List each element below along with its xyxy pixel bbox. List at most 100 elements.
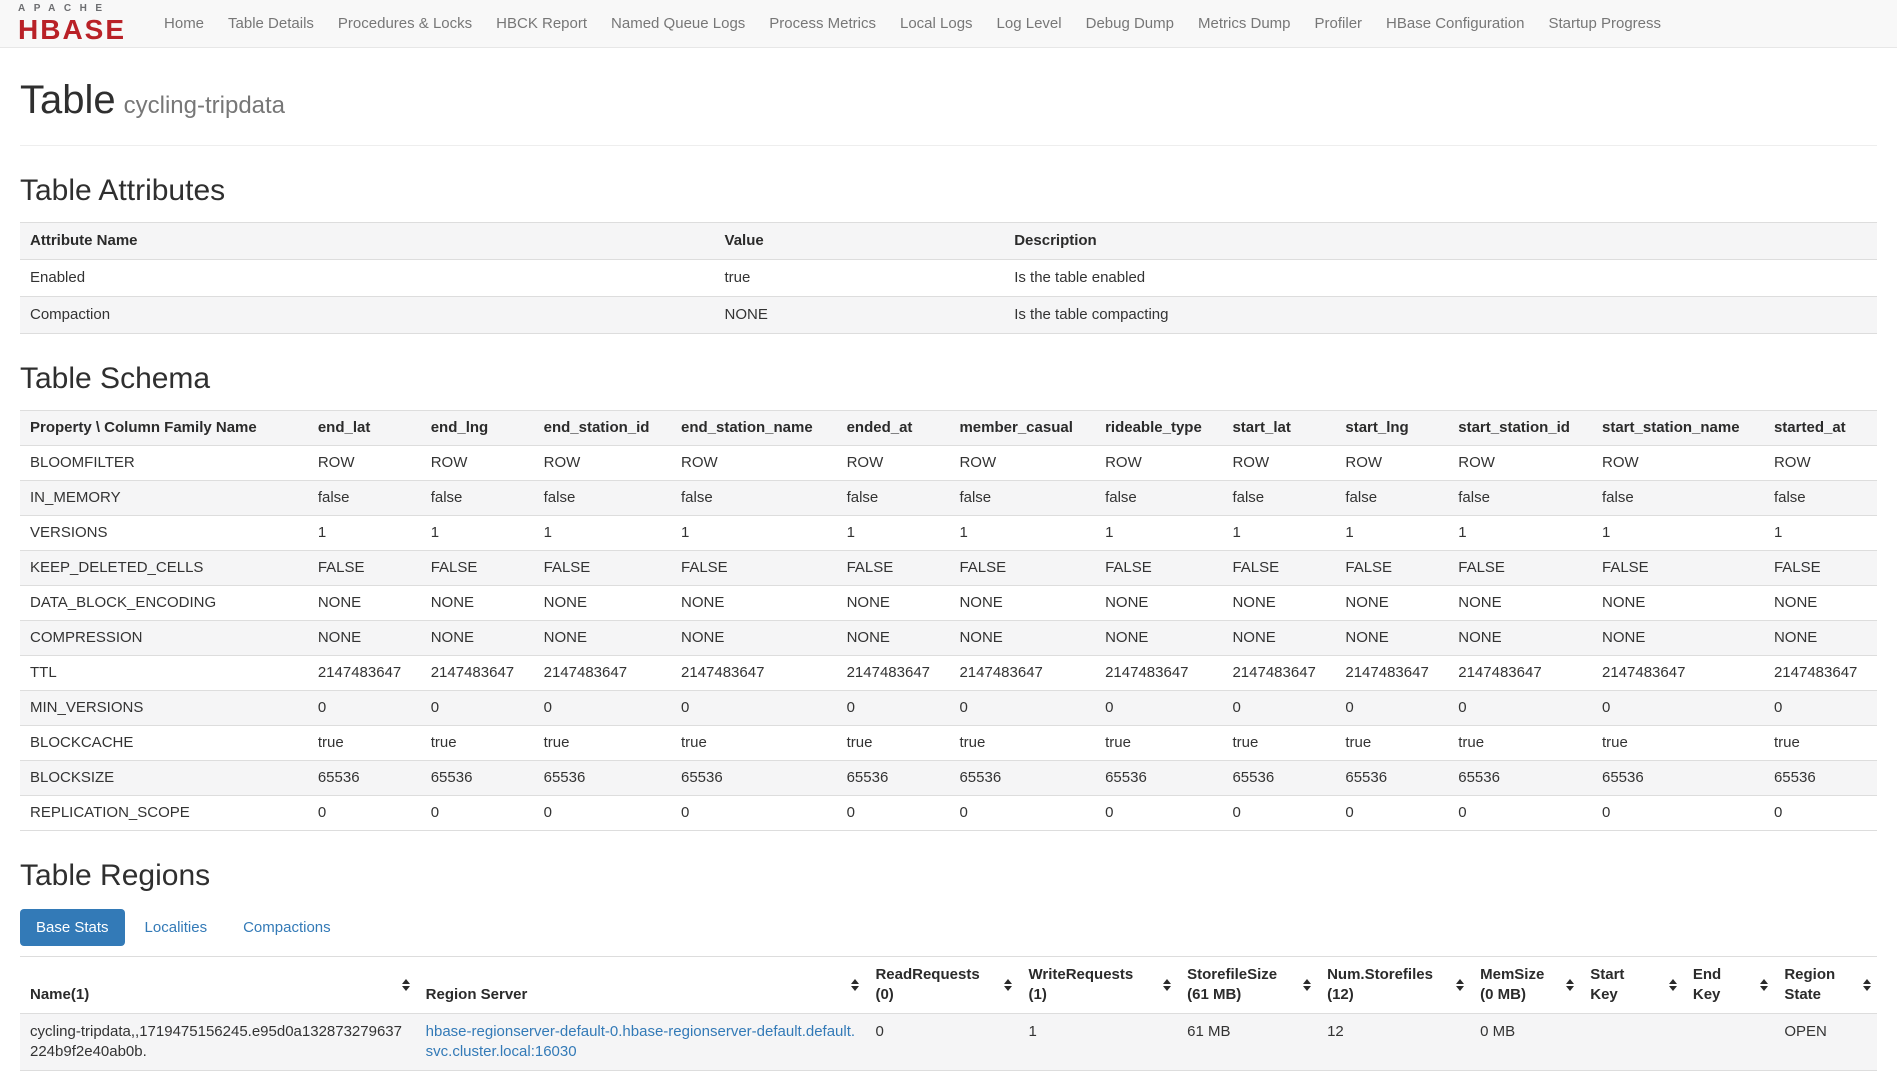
schema-value-cell: FALSE xyxy=(1448,551,1592,586)
regions-col-sublabel: (12) xyxy=(1327,985,1450,1005)
nav-link-log-level[interactable]: Log Level xyxy=(985,0,1074,48)
sort-icon[interactable] xyxy=(402,979,410,991)
nav-link-procedures-locks[interactable]: Procedures & Locks xyxy=(326,0,484,48)
schema-value-cell: FALSE xyxy=(671,551,837,586)
regions-col-region-server[interactable]: Region Server xyxy=(416,957,866,1014)
attribute-value-cell: true xyxy=(715,260,1005,297)
schema-value-cell: true xyxy=(1222,726,1335,761)
sort-up-arrow-icon xyxy=(1863,979,1871,984)
schema-value-cell: ROW xyxy=(671,446,837,481)
schema-value-cell: 65536 xyxy=(534,761,671,796)
schema-col-started-at: started_at xyxy=(1764,411,1877,446)
sort-up-arrow-icon xyxy=(1303,979,1311,984)
schema-value-cell: 1 xyxy=(837,516,950,551)
nav-link-local-logs[interactable]: Local Logs xyxy=(888,0,985,48)
sort-down-arrow-icon xyxy=(851,986,859,991)
regions-col-startkey[interactable]: StartKey xyxy=(1580,957,1683,1014)
schema-value-cell: NONE xyxy=(1222,586,1335,621)
schema-value-cell: 0 xyxy=(949,796,1095,831)
regions-col-label: Num.Storefiles xyxy=(1327,965,1450,985)
schema-value-cell: ROW xyxy=(1592,446,1764,481)
schema-property-cell: REPLICATION_SCOPE xyxy=(20,796,308,831)
schema-col-end-lng: end_lng xyxy=(421,411,534,446)
schema-value-cell: 0 xyxy=(1764,796,1877,831)
schema-value-cell: NONE xyxy=(949,621,1095,656)
regions-col-regionstate[interactable]: RegionState xyxy=(1774,957,1877,1014)
schema-value-cell: NONE xyxy=(837,621,950,656)
schema-row-data-block-encoding: DATA_BLOCK_ENCODINGNONENONENONENONENONEN… xyxy=(20,586,1877,621)
schema-property-cell: BLOOMFILTER xyxy=(20,446,308,481)
schema-property-cell: TTL xyxy=(20,656,308,691)
schema-value-cell: 65536 xyxy=(1448,761,1592,796)
sort-up-arrow-icon xyxy=(1163,979,1171,984)
sort-icon[interactable] xyxy=(1863,979,1871,991)
sort-icon[interactable] xyxy=(1566,979,1574,991)
nav-item: Startup Progress xyxy=(1536,0,1673,48)
sort-icon[interactable] xyxy=(1760,979,1768,991)
schema-value-cell: NONE xyxy=(1095,621,1222,656)
tab-link-compactions[interactable]: Compactions xyxy=(227,909,347,946)
schema-value-cell: 65536 xyxy=(671,761,837,796)
schema-value-cell: false xyxy=(1335,481,1448,516)
sort-icon[interactable] xyxy=(1004,979,1012,991)
regions-col-label: MemSize xyxy=(1480,965,1560,985)
schema-table-head: Property \ Column Family Nameend_latend_… xyxy=(20,411,1877,446)
tab-link-localities[interactable]: Localities xyxy=(129,909,224,946)
schema-value-cell: NONE xyxy=(534,586,671,621)
schema-value-cell: 0 xyxy=(949,691,1095,726)
regions-col-num-storefiles-12[interactable]: Num.Storefiles(12) xyxy=(1317,957,1470,1014)
region-start-key-cell xyxy=(1580,1014,1683,1071)
hbase-logo[interactable]: APACHE HBASE xyxy=(18,4,126,44)
regions-col-label: Region Server xyxy=(426,985,846,1005)
nav-link-home[interactable]: Home xyxy=(152,0,216,48)
schema-value-cell: 0 xyxy=(1095,691,1222,726)
nav-link-profiler[interactable]: Profiler xyxy=(1303,0,1375,48)
nav-link-named-queue-logs[interactable]: Named Queue Logs xyxy=(599,0,757,48)
tab-link-base-stats[interactable]: Base Stats xyxy=(20,909,125,946)
schema-value-cell: NONE xyxy=(671,586,837,621)
regions-col-label: End xyxy=(1693,965,1754,985)
schema-value-cell: 0 xyxy=(308,691,421,726)
nav-link-debug-dump[interactable]: Debug Dump xyxy=(1074,0,1186,48)
sort-icon[interactable] xyxy=(1669,979,1677,991)
regions-heading: Table Regions xyxy=(20,859,1877,893)
regions-col-readrequests-0[interactable]: ReadRequests(0) xyxy=(865,957,1018,1014)
nav-link-metrics-dump[interactable]: Metrics Dump xyxy=(1186,0,1303,48)
schema-value-cell: 65536 xyxy=(421,761,534,796)
regions-table-body: cycling-tripdata,,1719475156245.e95d0a13… xyxy=(20,1014,1877,1071)
schema-value-cell: 0 xyxy=(671,796,837,831)
regions-col-endkey[interactable]: EndKey xyxy=(1683,957,1774,1014)
regions-table-head: Name(1) Region Server ReadRequests(0)Write… xyxy=(20,957,1877,1014)
sort-icon[interactable] xyxy=(1163,979,1171,991)
schema-value-cell: ROW xyxy=(1448,446,1592,481)
schema-property-cell: BLOCKSIZE xyxy=(20,761,308,796)
nav-link-hbase-configuration[interactable]: HBase Configuration xyxy=(1374,0,1536,48)
tab-localities: Localities xyxy=(129,909,224,946)
schema-value-cell: true xyxy=(421,726,534,761)
sort-icon[interactable] xyxy=(851,979,859,991)
schema-value-cell: NONE xyxy=(1764,586,1877,621)
schema-value-cell: 1 xyxy=(671,516,837,551)
nav-link-startup-progress[interactable]: Startup Progress xyxy=(1536,0,1673,48)
sort-icon[interactable] xyxy=(1456,979,1464,991)
regions-col-writerequests-1[interactable]: WriteRequests(1) xyxy=(1018,957,1177,1014)
regions-tabs: Base StatsLocalitiesCompactions xyxy=(20,909,1877,946)
schema-value-cell: NONE xyxy=(308,586,421,621)
nav-link-hbck-report[interactable]: HBCK Report xyxy=(484,0,599,48)
nav-link-table-details[interactable]: Table Details xyxy=(216,0,326,48)
schema-value-cell: 2147483647 xyxy=(1222,656,1335,691)
regions-col-name-1[interactable]: Name(1) xyxy=(20,957,416,1014)
sort-up-arrow-icon xyxy=(1004,979,1012,984)
sort-up-arrow-icon xyxy=(851,979,859,984)
regions-col-label: Region xyxy=(1784,965,1857,985)
schema-value-cell: NONE xyxy=(671,621,837,656)
regions-col-memsize-0-mb[interactable]: MemSize(0 MB) xyxy=(1470,957,1580,1014)
regions-col-sublabel: (0 MB) xyxy=(1480,985,1560,1005)
nav-link-process-metrics[interactable]: Process Metrics xyxy=(757,0,888,48)
schema-row-keep-deleted-cells: KEEP_DELETED_CELLSFALSEFALSEFALSEFALSEFA… xyxy=(20,551,1877,586)
regions-col-storefilesize-61-mb[interactable]: StorefileSize(61 MB) xyxy=(1177,957,1317,1014)
region-server-link[interactable]: hbase-regionserver-default-0.hbase-regio… xyxy=(426,1023,855,1060)
attributes-header-row: Attribute NameValueDescription xyxy=(20,223,1877,260)
schema-value-cell: 1 xyxy=(949,516,1095,551)
sort-icon[interactable] xyxy=(1303,979,1311,991)
